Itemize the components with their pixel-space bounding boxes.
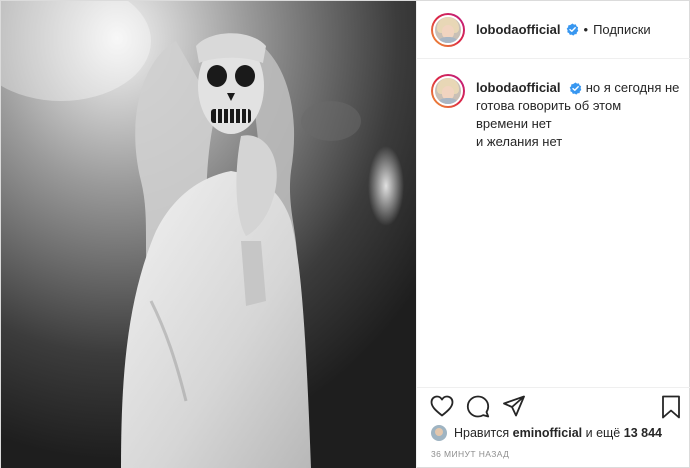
bookmark-icon bbox=[662, 395, 680, 419]
caption-avatar[interactable] bbox=[431, 74, 465, 108]
following-button[interactable]: Подписки bbox=[593, 22, 651, 37]
comment-icon bbox=[466, 395, 490, 417]
header-separator: • bbox=[583, 22, 589, 37]
post-actions bbox=[417, 387, 690, 423]
likes-summary: Нравится eminofficial и ещё 13 844 bbox=[431, 423, 662, 443]
caption-line: и желания нет bbox=[476, 134, 563, 149]
like-button[interactable] bbox=[427, 391, 457, 421]
photo-image bbox=[1, 1, 416, 468]
share-button[interactable] bbox=[499, 391, 529, 421]
caption-line: но я сегодня не bbox=[585, 80, 680, 95]
caption-line: времени нет bbox=[476, 116, 552, 131]
likes-count[interactable]: 13 844 bbox=[624, 426, 662, 440]
liker-avatar[interactable] bbox=[431, 425, 447, 441]
heart-icon bbox=[430, 395, 454, 416]
verified-badge-icon bbox=[569, 82, 582, 95]
share-icon bbox=[503, 395, 525, 416]
caption-line: готова говорить об этом bbox=[476, 98, 622, 113]
verified-badge-icon bbox=[566, 23, 579, 36]
post-timestamp[interactable]: 36 минут назад bbox=[431, 449, 509, 459]
likes-middle: и ещё bbox=[585, 426, 621, 440]
caption-text: lobodaofficial но я сегодня не готова го… bbox=[476, 74, 681, 151]
post-sidebar: lobodaofficial • Подписки lobodaofficial bbox=[416, 1, 690, 468]
comment-button[interactable] bbox=[463, 391, 493, 421]
post-caption: lobodaofficial но я сегодня не готова го… bbox=[431, 74, 681, 151]
save-button[interactable] bbox=[658, 394, 684, 420]
instagram-post: lobodaofficial • Подписки lobodaofficial bbox=[0, 0, 690, 468]
caption-username[interactable]: lobodaofficial bbox=[476, 80, 561, 95]
author-username[interactable]: lobodaofficial bbox=[476, 22, 561, 37]
likes-prefix: Нравится bbox=[454, 426, 510, 440]
post-header: lobodaofficial • Подписки bbox=[417, 1, 690, 59]
liker-username[interactable]: eminofficial bbox=[513, 426, 582, 440]
author-avatar[interactable] bbox=[431, 12, 465, 47]
post-photo[interactable] bbox=[1, 1, 416, 468]
